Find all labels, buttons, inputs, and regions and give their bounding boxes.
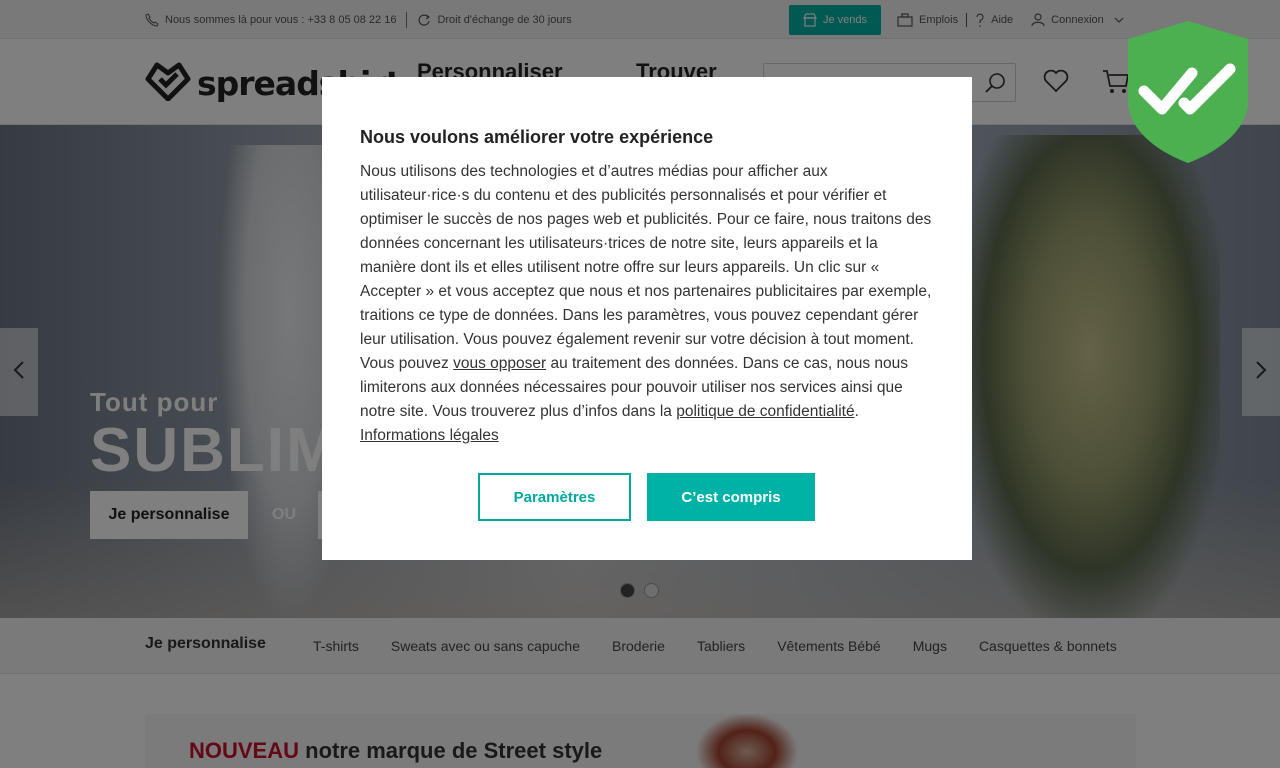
settings-button[interactable]: Paramètres	[478, 473, 631, 521]
legal-info-link[interactable]: Informations légales	[360, 427, 499, 444]
shield-check-icon	[1126, 21, 1250, 169]
consent-text-3: .	[854, 403, 859, 420]
cookie-consent-dialog: Nous voulons améliorer votre expérience …	[322, 77, 972, 560]
consent-text-1: Nous utilisons des technologies et d’aut…	[360, 163, 932, 372]
privacy-policy-link[interactable]: politique de confidentialité	[676, 403, 854, 420]
consent-body: Nous utilisons des technologies et d’aut…	[360, 160, 936, 448]
oppose-link[interactable]: vous opposer	[453, 355, 546, 372]
accept-button[interactable]: C’est compris	[647, 473, 815, 521]
consent-title: Nous voulons améliorer votre expérience	[360, 127, 714, 147]
privacy-shield-badge[interactable]	[1126, 19, 1250, 165]
